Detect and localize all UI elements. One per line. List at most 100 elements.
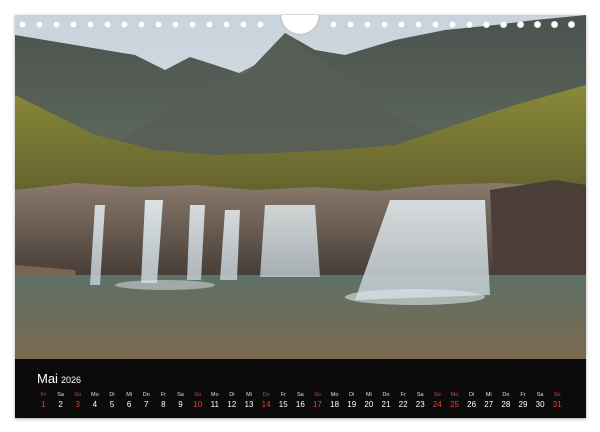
day-cell: Sa 9 — [172, 391, 189, 413]
weekday-label: Mi — [246, 392, 252, 398]
day-cell: Di 5 — [104, 391, 121, 413]
day-number: 6 — [126, 400, 132, 409]
day-number: 5 — [109, 400, 115, 409]
day-number: 9 — [178, 400, 183, 409]
day-cell: Mi 27 — [480, 391, 497, 413]
day-number: 11 — [210, 400, 219, 409]
calendar-page: Mai 2026 Fr 1 Sa 2 So 3 Mo 4 Di 5 Mi 6 Do 7 Fr 8 Sa 9 So 10 M… — [15, 15, 586, 418]
weekday-label: Sa — [536, 392, 544, 398]
day-cell: Di 19 — [343, 391, 360, 413]
day-number: 10 — [193, 400, 203, 409]
weekday-label: Mi — [365, 392, 372, 398]
weekday-label: Mi — [485, 392, 492, 398]
day-number: 29 — [518, 400, 528, 409]
day-number: 15 — [278, 400, 288, 409]
day-cell: So 24 — [429, 391, 446, 413]
day-cell: Mi 13 — [241, 391, 258, 413]
weekday-label: Fr — [160, 392, 166, 398]
weekday-label: So — [74, 392, 82, 398]
day-number: 24 — [432, 400, 442, 409]
day-cell: Mo 4 — [86, 391, 103, 413]
day-cell: Mi 6 — [121, 391, 138, 413]
weekday-label: Sa — [57, 392, 64, 398]
weekday-label: Mo — [330, 392, 339, 398]
weekday-label: Mo — [210, 392, 219, 398]
day-cell: Do 28 — [497, 391, 514, 413]
day-number: 1 — [41, 400, 46, 409]
weekday-label: So — [314, 392, 321, 398]
weekday-label: Mi — [126, 392, 133, 398]
weekday-label: Fr — [400, 392, 406, 398]
weekday-label: So — [434, 392, 441, 398]
day-cell: Do 21 — [378, 391, 395, 413]
day-cell: Fr 22 — [395, 391, 412, 413]
day-cell: Fr 15 — [275, 391, 292, 413]
year-label: 2026 — [60, 375, 81, 385]
day-cell: So 31 — [549, 391, 566, 413]
weekday-label: Do — [142, 392, 150, 398]
day-number: 21 — [381, 400, 391, 409]
day-number: 19 — [347, 400, 357, 409]
day-cell: Mi 20 — [360, 391, 377, 413]
weekday-label: So — [553, 392, 561, 398]
day-cell: Sa 16 — [292, 391, 309, 413]
day-cell: Mo 11 — [206, 391, 223, 413]
day-number: 2 — [58, 400, 63, 409]
landscape-photo — [15, 15, 586, 359]
day-row: Fr 1 Sa 2 So 3 Mo 4 Di 5 Mi 6 Do 7 Fr 8 Sa 9 So 10 Mo 11 Di 12 M… — [35, 391, 566, 413]
weekday-label: Di — [469, 392, 475, 398]
weekday-label: Sa — [177, 392, 184, 398]
day-cell: Di 26 — [463, 391, 480, 413]
day-cell: So 3 — [69, 391, 86, 413]
weekday-label: Sa — [416, 392, 424, 398]
day-number: 16 — [295, 400, 305, 409]
day-cell: Fr 8 — [155, 391, 172, 413]
day-cell: Mo 25 — [446, 391, 463, 413]
day-number: 8 — [161, 400, 166, 409]
day-cell: Di 12 — [223, 391, 240, 413]
day-number: 18 — [330, 400, 340, 409]
day-number: 3 — [75, 400, 80, 409]
day-number: 7 — [144, 400, 149, 409]
weekday-label: Di — [349, 392, 355, 398]
day-number: 12 — [227, 400, 237, 409]
day-number: 28 — [501, 400, 511, 409]
month-name: Mai — [37, 371, 58, 386]
weekday-label: Fr — [520, 392, 526, 398]
calendar-bar: Mai 2026 Fr 1 Sa 2 So 3 Mo 4 Di 5 Mi 6 Do 7 Fr 8 Sa 9 So 10 M… — [15, 359, 586, 418]
day-number: 23 — [415, 400, 425, 409]
weekday-label: Mo — [450, 392, 459, 398]
day-cell: Do 7 — [138, 391, 155, 413]
day-cell: Fr 29 — [515, 391, 532, 413]
day-cell: So 17 — [309, 391, 326, 413]
day-cell: Fr 1 — [35, 391, 52, 413]
weekday-label: Do — [382, 392, 390, 398]
weekday-label: Fr — [280, 392, 286, 398]
day-number: 26 — [467, 400, 477, 409]
day-number: 27 — [484, 400, 494, 409]
month-title: Mai 2026 — [37, 371, 81, 386]
weekday-label: So — [194, 392, 201, 398]
weekday-label: Di — [229, 392, 235, 398]
day-number: 30 — [535, 400, 545, 409]
day-cell: Do 14 — [258, 391, 275, 413]
day-cell: So 10 — [189, 391, 206, 413]
day-cell: Mo 18 — [326, 391, 343, 413]
day-cell: Sa 2 — [52, 391, 69, 413]
day-number: 17 — [313, 400, 322, 409]
day-number: 14 — [261, 400, 271, 409]
day-number: 25 — [450, 400, 459, 409]
weekday-label: Mo — [91, 392, 99, 398]
weekday-label: Fr — [40, 392, 47, 398]
day-number: 13 — [244, 400, 254, 409]
day-number: 4 — [92, 400, 98, 409]
day-number: 31 — [552, 400, 562, 409]
day-number: 20 — [364, 400, 374, 409]
weekday-label: Di — [109, 392, 115, 398]
weekday-label: Sa — [297, 392, 304, 398]
day-cell: Sa 30 — [532, 391, 549, 413]
day-cell: Sa 23 — [412, 391, 429, 413]
weekday-label: Do — [262, 392, 270, 398]
day-number: 22 — [398, 400, 408, 409]
weekday-label: Do — [502, 392, 510, 398]
